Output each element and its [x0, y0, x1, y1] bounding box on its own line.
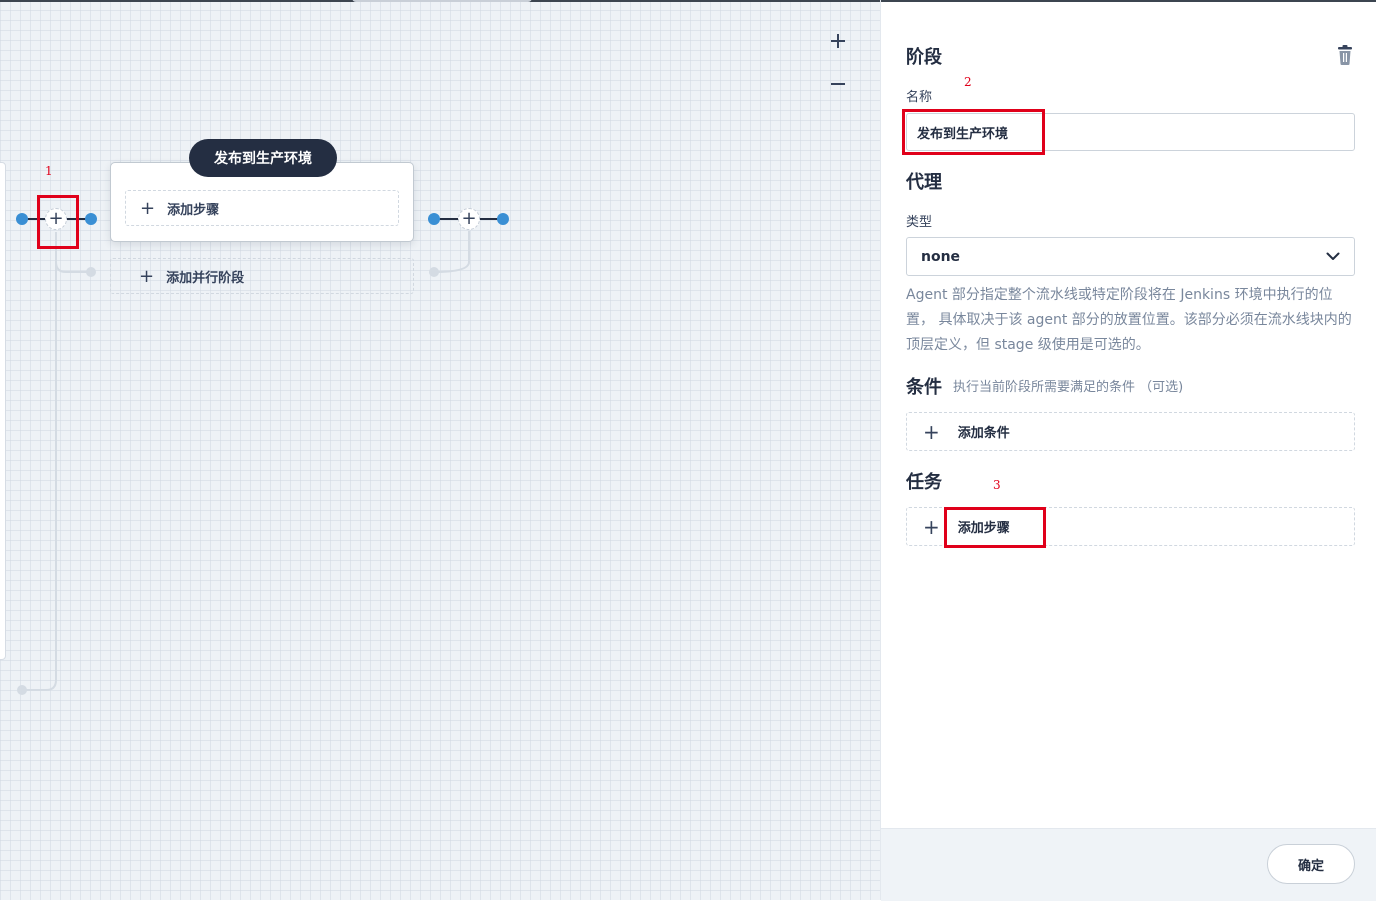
panel-top-border — [881, 0, 1376, 2]
name-label: 名称 — [906, 90, 933, 105]
agent-type-value: none — [921, 248, 961, 265]
stage-settings-panel: 阶段 名称 2 发布到生产环境 代理 类型 none Agent 部分指定整个流… — [880, 0, 1376, 901]
panel-footer: 确定 — [881, 828, 1376, 901]
node-dot-d — [497, 213, 509, 225]
chevron-down-icon — [1326, 252, 1340, 260]
parallel-out-dot — [429, 267, 439, 277]
condition-hint: 执行当前阶段所需要满足的条件 （可选) — [953, 380, 1184, 395]
stage-add-step-label: 添加步骤 — [167, 202, 220, 218]
plus-icon: + — [923, 514, 940, 539]
annotation-number-2: 2 — [964, 75, 972, 89]
add-stage-node-right[interactable]: + — [458, 208, 480, 230]
type-label: 类型 — [906, 215, 933, 230]
node-dot-a — [16, 213, 28, 225]
node-dot-b — [85, 213, 97, 225]
agent-description: Agent 部分指定整个流水线或特定阶段将在 Jenkins 环境中执行的位置，… — [906, 287, 1352, 353]
add-step-label: 添加步骤 — [957, 521, 1010, 536]
branch-line-down — [22, 232, 57, 691]
parallel-in-dot — [86, 267, 96, 277]
plus-icon: + — [48, 208, 64, 229]
add-condition-label: 添加条件 — [957, 426, 1010, 441]
stage-name-input[interactable]: 发布到生产环境 — [906, 113, 1355, 151]
branch-line-parallel — [55, 232, 91, 273]
add-condition-button[interactable]: + 添加条件 — [906, 412, 1355, 451]
plus-icon: + — [923, 419, 940, 444]
section-title-agent: 代理 — [906, 172, 942, 193]
plus-icon: + — [140, 197, 156, 219]
section-title-condition: 条件 — [906, 377, 942, 398]
add-step-button[interactable]: + 添加步骤 — [906, 507, 1355, 546]
confirm-button[interactable]: 确定 — [1267, 844, 1355, 884]
agent-type-select[interactable]: none — [906, 237, 1355, 276]
pipeline-canvas[interactable]: + + + 添加步骤 发布到生产环境 + 添加并行阶段 1 — [0, 0, 880, 900]
section-title-tasks: 任务 — [906, 472, 942, 493]
annotation-number-1: 1 — [45, 164, 53, 178]
annotation-number-3: 3 — [993, 478, 1001, 492]
stage-name-pill[interactable]: 发布到生产环境 — [189, 139, 337, 177]
plus-icon: + — [139, 265, 155, 287]
plus-icon: + — [461, 208, 477, 229]
add-parallel-stage-label: 添加并行阶段 — [166, 270, 245, 286]
add-parallel-stage-button[interactable]: + 添加并行阶段 — [110, 258, 414, 294]
node-dot-c — [428, 213, 440, 225]
branch-line-parallel-out — [433, 231, 470, 273]
section-title-stage: 阶段 — [906, 47, 942, 68]
trash-icon[interactable] — [1337, 45, 1353, 65]
branch-end-dot — [17, 685, 27, 695]
stage-add-step-button[interactable]: + 添加步骤 — [125, 190, 399, 226]
add-stage-node-left[interactable]: + — [45, 208, 67, 230]
pipeline-connectors — [16, 213, 509, 695]
